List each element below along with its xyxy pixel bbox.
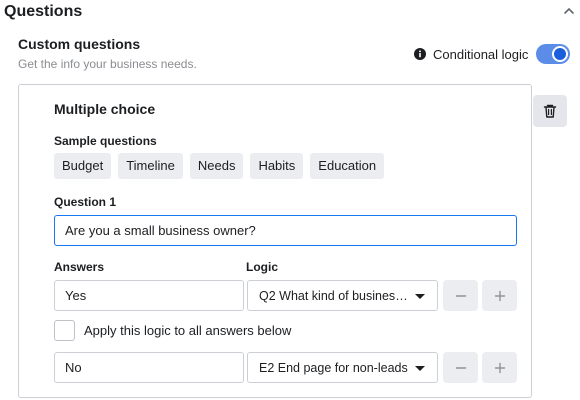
conditional-logic-toggle[interactable] bbox=[536, 44, 571, 64]
apply-logic-row: Apply this logic to all answers below bbox=[54, 319, 291, 341]
delete-question-button[interactable] bbox=[533, 95, 567, 127]
sample-chip-habits[interactable]: Habits bbox=[250, 153, 304, 179]
chevron-up-icon[interactable] bbox=[562, 4, 576, 18]
answer-2-input[interactable] bbox=[54, 352, 244, 383]
plus-icon bbox=[494, 290, 505, 301]
logic-label: Logic bbox=[246, 260, 278, 274]
sample-chip-timeline[interactable]: Timeline bbox=[118, 153, 183, 179]
sample-chip-budget[interactable]: Budget bbox=[54, 153, 112, 179]
answer-2-logic-value: E2 End page for non-leads bbox=[259, 361, 408, 375]
sample-questions-list: Budget Timeline Needs Habits Education bbox=[54, 153, 385, 179]
trash-icon bbox=[543, 104, 557, 118]
plus-icon bbox=[494, 362, 505, 373]
custom-questions-title: Custom questions bbox=[18, 36, 141, 52]
question-1-input[interactable] bbox=[54, 215, 517, 246]
answer-1-remove-button[interactable] bbox=[443, 280, 478, 311]
answer-1-input[interactable] bbox=[54, 280, 244, 311]
answer-1-logic-select[interactable]: Q2 What kind of business do you own? bbox=[247, 280, 438, 311]
conditional-logic-control: Conditional logic bbox=[414, 43, 571, 65]
answer-1-add-button[interactable] bbox=[482, 280, 517, 311]
apply-logic-checkbox[interactable] bbox=[54, 319, 75, 341]
questions-section-header: Questions bbox=[4, 2, 580, 24]
question-type-title: Multiple choice bbox=[54, 101, 156, 117]
answer-2-logic-select[interactable]: E2 End page for non-leads bbox=[247, 352, 438, 383]
question-1-label: Question 1 bbox=[54, 195, 117, 209]
toggle-knob bbox=[552, 46, 569, 62]
answers-label: Answers bbox=[54, 260, 105, 274]
info-icon[interactable] bbox=[414, 48, 426, 60]
sample-chip-needs[interactable]: Needs bbox=[189, 153, 244, 179]
minus-icon bbox=[455, 366, 466, 369]
caret-down-icon bbox=[415, 366, 425, 371]
section-title: Questions bbox=[4, 3, 83, 20]
answer-1-logic-value: Q2 What kind of business do you own? bbox=[259, 289, 411, 303]
caret-down-icon bbox=[415, 294, 425, 299]
sample-questions-label: Sample questions bbox=[54, 134, 157, 148]
sample-chip-education[interactable]: Education bbox=[310, 153, 385, 179]
conditional-logic-label: Conditional logic bbox=[433, 46, 529, 62]
minus-icon bbox=[455, 294, 466, 297]
answer-2-remove-button[interactable] bbox=[443, 352, 478, 383]
apply-logic-label: Apply this logic to all answers below bbox=[84, 322, 292, 338]
answer-2-add-button[interactable] bbox=[482, 352, 517, 383]
custom-questions-subtitle: Get the info your business needs. bbox=[18, 57, 197, 71]
